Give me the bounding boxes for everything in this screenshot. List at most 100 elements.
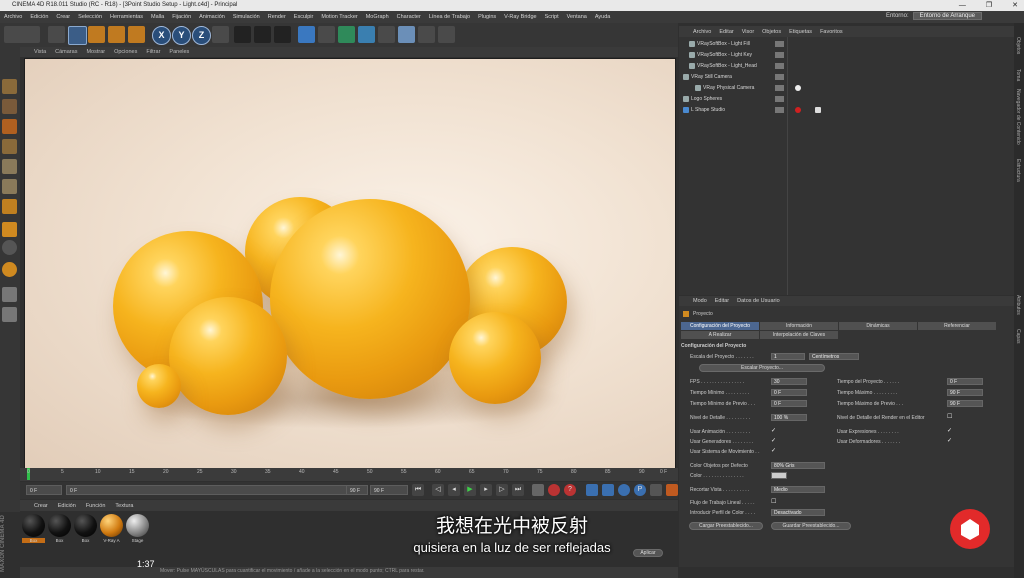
scale-key-icon[interactable] — [602, 484, 614, 496]
x-axis-icon[interactable]: X — [152, 26, 171, 45]
use-expressions-checkbox[interactable]: ✓ — [947, 428, 953, 434]
viewport[interactable] — [24, 58, 676, 470]
close-button[interactable]: ✕ — [1012, 0, 1018, 11]
menu-simulacion[interactable]: Simulación — [229, 14, 264, 20]
scale-unit-select[interactable]: Centímetros — [809, 353, 859, 360]
max-preview-field[interactable]: 90 F — [947, 400, 983, 407]
tab-objetos[interactable]: Objetos — [1015, 37, 1021, 54]
menu-ayuda[interactable]: Ayuda — [591, 14, 615, 20]
clip-select[interactable]: Medio — [771, 486, 825, 493]
prev-key-icon[interactable]: ◁ — [432, 484, 444, 496]
edges-mode-icon[interactable] — [2, 179, 17, 194]
viewport-menu-vista[interactable]: Vista — [34, 49, 46, 55]
menu-seleccion[interactable]: Selección — [74, 14, 106, 20]
object-row[interactable]: Logo Spheres — [679, 94, 1014, 105]
l-shape-icon[interactable] — [2, 222, 17, 237]
color-swatch[interactable] — [771, 472, 787, 479]
obj-menu-objetos[interactable]: Objetos — [762, 29, 781, 35]
cube-icon[interactable] — [298, 26, 315, 43]
polygons-mode-icon[interactable] — [2, 199, 17, 214]
menu-fijacion[interactable]: Fijación — [168, 14, 195, 20]
menu-linea-de-trabajo[interactable]: Línea de Trabajo — [425, 14, 474, 20]
position-key-icon[interactable] — [586, 484, 598, 496]
go-to-end-icon[interactable]: ⏭ — [512, 484, 524, 496]
menu-herramientas[interactable]: Herramientas — [106, 14, 147, 20]
lod-field[interactable]: 100 % — [771, 414, 807, 421]
tab-atributos[interactable]: Atributos — [1015, 295, 1021, 315]
go-to-start-icon[interactable]: ⏮ — [412, 484, 424, 496]
render-picture-viewer-icon[interactable] — [254, 26, 271, 43]
attr-menu-editar[interactable]: Editar — [715, 298, 729, 304]
menu-archivo[interactable]: Archivo — [0, 14, 26, 20]
render-lod-checkbox[interactable]: ☐ — [947, 414, 953, 420]
menu-character[interactable]: Character — [393, 14, 425, 20]
array-icon[interactable] — [358, 26, 375, 43]
obj-menu-archivo[interactable]: Archivo — [693, 29, 711, 35]
points-mode-icon[interactable] — [2, 159, 17, 174]
material-menu-edicion[interactable]: Edición — [58, 503, 76, 509]
obj-menu-etiquetas[interactable]: Etiquetas — [789, 29, 812, 35]
floor-icon[interactable] — [398, 26, 415, 43]
grid-icon[interactable] — [2, 287, 17, 302]
object-row[interactable]: L Shape Studio — [679, 105, 1014, 116]
visibility-toggle[interactable] — [775, 74, 784, 80]
obj-menu-editar[interactable]: Editar — [719, 29, 733, 35]
camera-icon[interactable] — [418, 26, 435, 43]
linear-workflow-checkbox[interactable]: ☐ — [771, 499, 777, 505]
texture-mode-icon[interactable] — [2, 119, 17, 134]
coordinate-system-icon[interactable] — [212, 26, 229, 43]
visibility-toggle[interactable] — [775, 63, 784, 69]
viewport-menu-paneles[interactable]: Paneles — [169, 49, 189, 55]
parameter-key-icon[interactable]: P — [634, 484, 646, 496]
visibility-toggle[interactable] — [775, 107, 784, 113]
min-time-field[interactable]: 0 F — [771, 389, 807, 396]
timeline-icon[interactable] — [666, 484, 678, 496]
menu-mograph[interactable]: MoGraph — [362, 14, 393, 20]
maximize-button[interactable]: ❐ — [986, 0, 992, 11]
autokey-icon[interactable] — [548, 484, 560, 496]
timeline[interactable]: 0 5 10 15 20 25 30 35 40 45 50 55 60 65 … — [20, 468, 678, 481]
menu-malla[interactable]: Malla — [147, 14, 168, 20]
material-menu-funcion[interactable]: Función — [86, 503, 106, 509]
use-animation-checkbox[interactable]: ✓ — [771, 428, 777, 434]
start-frame-field[interactable]: 0 F — [26, 485, 62, 495]
obj-menu-visor[interactable]: Visor — [742, 29, 754, 35]
light-icon[interactable] — [438, 26, 455, 43]
rotate-tool-icon[interactable] — [108, 26, 125, 43]
subdivision-icon[interactable] — [338, 26, 355, 43]
range-end-field[interactable]: 90 F — [346, 485, 368, 495]
model-mode-icon[interactable] — [2, 99, 17, 114]
vray-tag-icon[interactable] — [795, 85, 801, 91]
visibility-toggle[interactable] — [775, 52, 784, 58]
object-row[interactable]: VRaySoftBox - Light_Head — [679, 61, 1014, 72]
edit-render-settings-icon[interactable] — [274, 26, 291, 43]
use-generators-checkbox[interactable]: ✓ — [771, 438, 777, 444]
menu-script[interactable]: Script — [541, 14, 563, 20]
max-time-field[interactable]: 90 F — [947, 389, 983, 396]
tab-interpolacion[interactable]: Interpolación de Claves — [760, 331, 838, 339]
tab-a-realizar[interactable]: A Realizar — [681, 331, 759, 339]
viewport-menu-camaras[interactable]: Cámaras — [55, 49, 77, 55]
snap-icon[interactable] — [2, 240, 17, 255]
object-row[interactable]: VRay Still Camera — [679, 72, 1014, 83]
menu-animacion[interactable]: Animación — [195, 14, 229, 20]
material-menu-crear[interactable]: Crear — [34, 503, 48, 509]
material-tag-icon[interactable] — [795, 107, 801, 113]
visibility-toggle[interactable] — [775, 96, 784, 102]
obj-menu-favoritos[interactable]: Favoritos — [820, 29, 843, 35]
y-axis-icon[interactable]: Y — [172, 26, 191, 45]
visibility-toggle[interactable] — [775, 41, 784, 47]
project-time-field[interactable]: 0 F — [947, 378, 983, 385]
tab-capas[interactable]: Capas — [1015, 329, 1021, 343]
next-key-icon[interactable]: ▷ — [496, 484, 508, 496]
menu-edicion[interactable]: Edición — [26, 14, 52, 20]
axis-mode-icon[interactable] — [2, 262, 17, 277]
record-keys-icon[interactable] — [532, 484, 544, 496]
keyframe-selection-icon[interactable]: ? — [564, 484, 576, 496]
workplane-icon[interactable] — [2, 139, 17, 154]
deformer-icon[interactable] — [378, 26, 395, 43]
menu-ventana[interactable]: Ventana — [563, 14, 591, 20]
recent-tool-icon[interactable] — [128, 26, 145, 43]
make-editable-icon[interactable] — [2, 79, 17, 94]
z-axis-icon[interactable]: Z — [192, 26, 211, 45]
